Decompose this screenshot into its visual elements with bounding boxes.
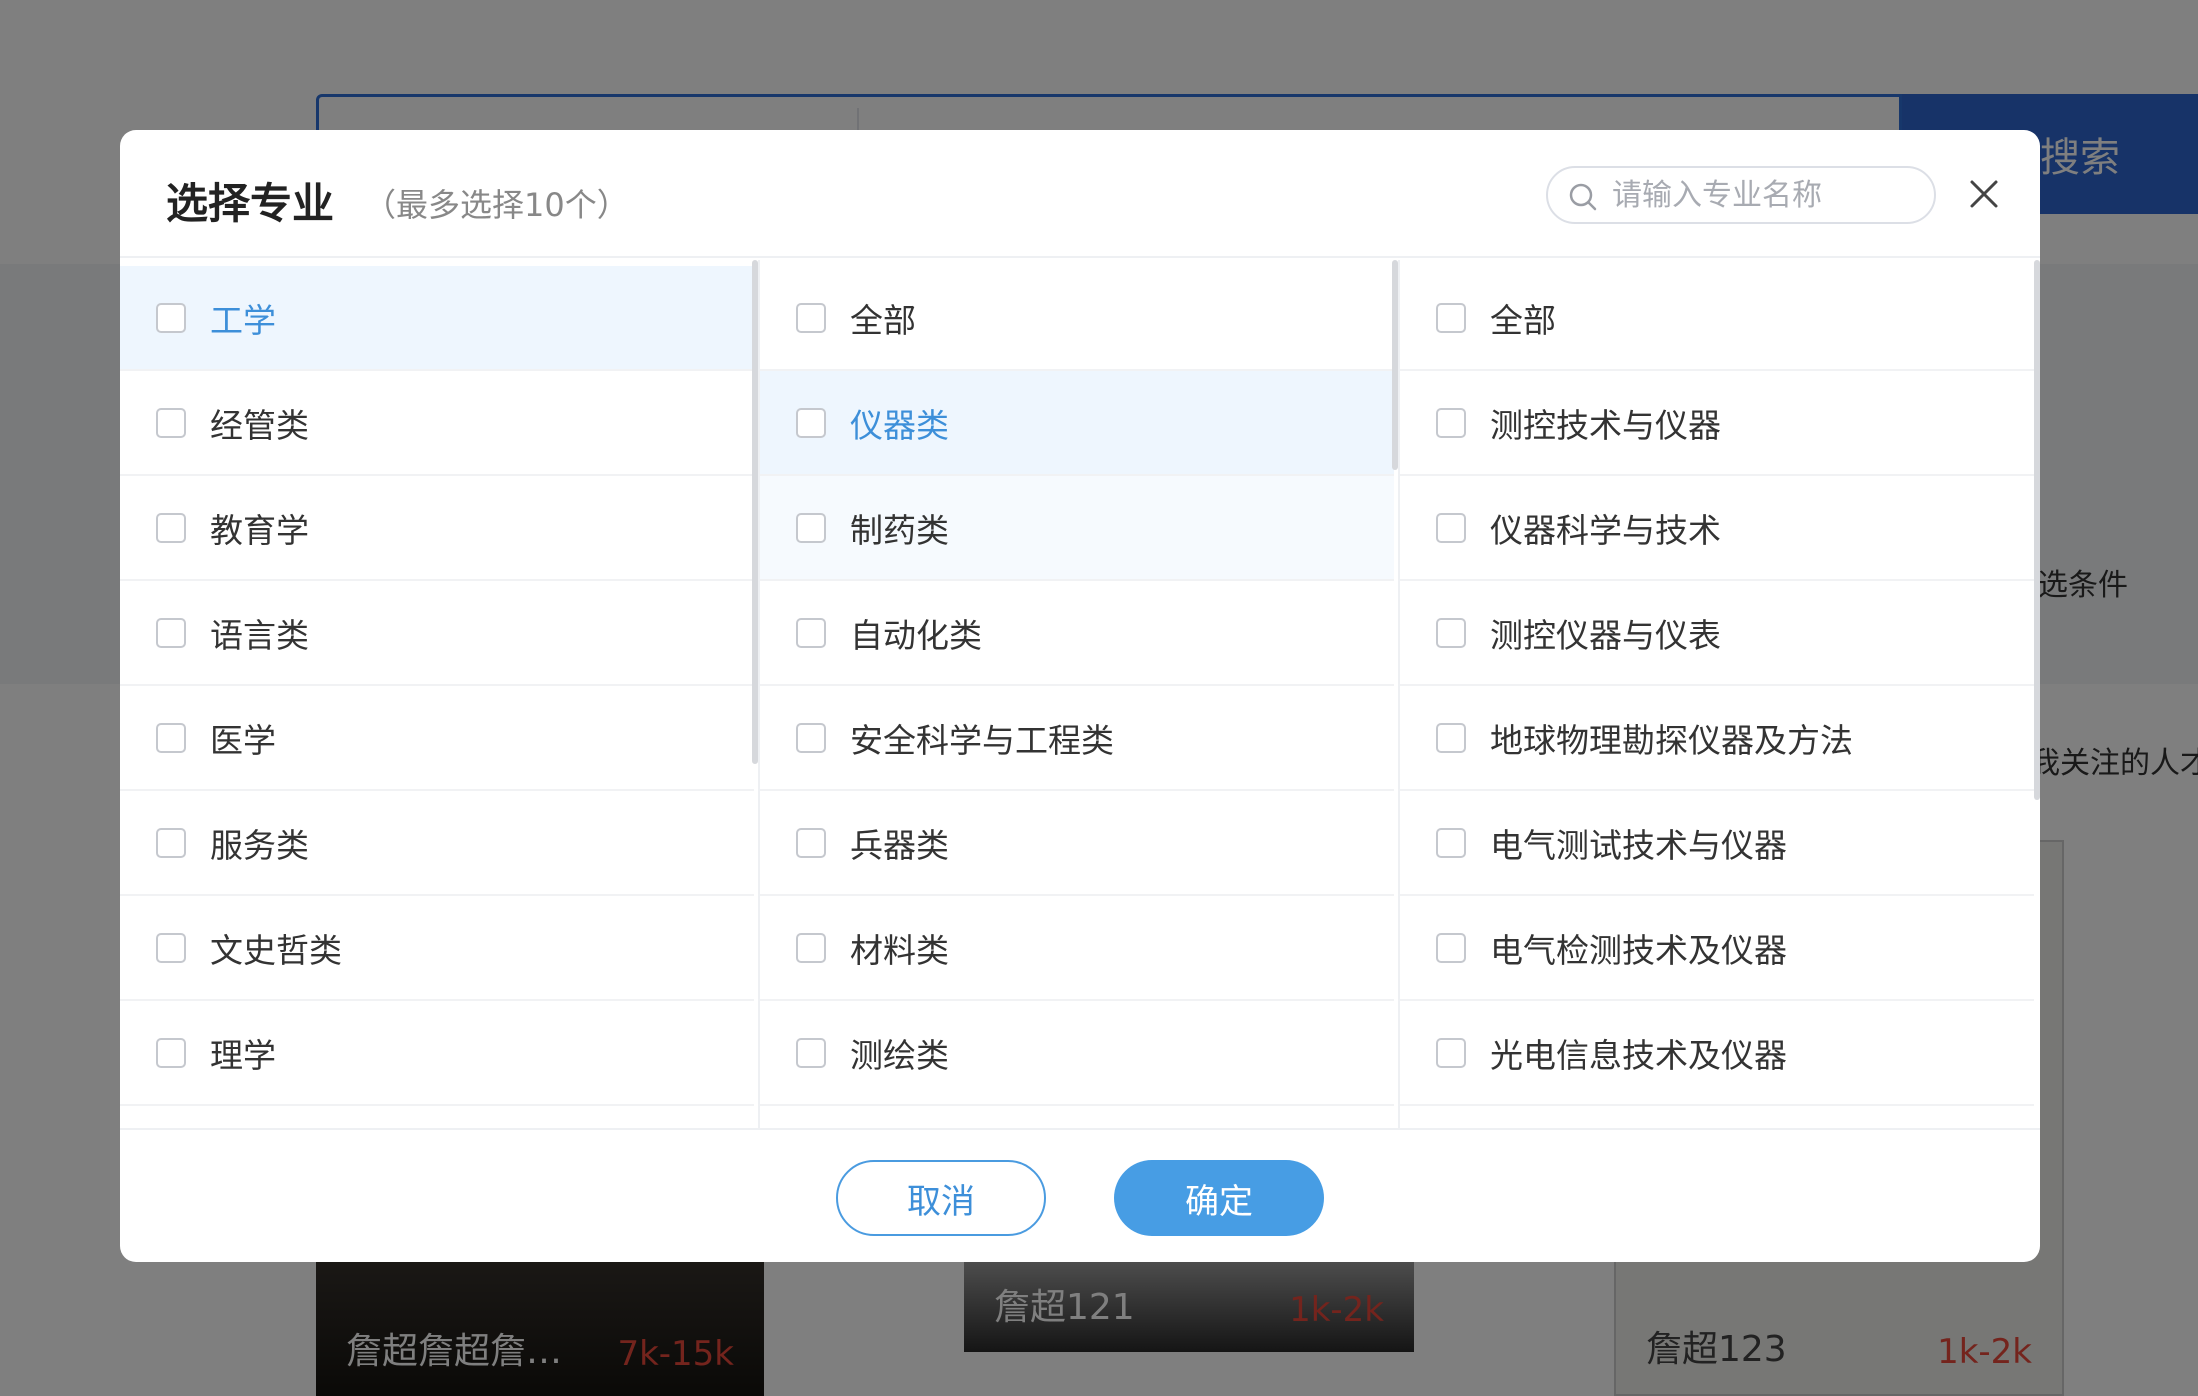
list-item[interactable]: 语言类	[120, 581, 754, 686]
list-item[interactable]: 理学	[120, 1001, 754, 1106]
checkbox[interactable]	[1436, 1037, 1466, 1068]
checkbox[interactable]	[796, 302, 826, 333]
list-item-label: 测控仪器与仪表	[1490, 615, 1721, 655]
scrollbar[interactable]	[752, 260, 758, 764]
checkbox[interactable]	[1436, 512, 1466, 543]
list-item-label: 兵器类	[850, 825, 949, 865]
major-column[interactable]: 光电信息技术及仪器 电气检测技术及仪器 电气测试技术与仪器 地球物理勘探仪器及方法 测控…	[1400, 260, 2040, 1128]
checkbox[interactable]	[1436, 617, 1466, 648]
list-item[interactable]: 文史哲类	[120, 896, 754, 1001]
list-item-label: 全部	[850, 300, 916, 340]
list-item-label: 经管类	[210, 405, 309, 445]
list-item-label: 自动化类	[850, 615, 982, 655]
list-item[interactable]: 地球物理勘探仪器及方法	[1400, 686, 2034, 791]
list-item[interactable]: 医学	[120, 686, 754, 791]
list-item-label: 测绘类	[850, 1035, 949, 1075]
dialog-footer: 取消 确定	[120, 1128, 2040, 1262]
checkbox[interactable]	[796, 827, 826, 858]
list-item[interactable]: 光电信息技术及仪器	[1400, 1001, 2034, 1106]
checkbox[interactable]	[156, 512, 186, 543]
list-item-label: 地球物理勘探仪器及方法	[1490, 720, 1853, 760]
list-item-label: 全部	[1490, 300, 1556, 340]
checkbox[interactable]	[1436, 407, 1466, 438]
subcategory-column[interactable]: 测绘类 材料类 兵器类 安全科学与工程类 自动化类 制药类 仪器类 全部	[760, 260, 1400, 1128]
checkbox[interactable]	[156, 407, 186, 438]
checkbox[interactable]	[796, 512, 826, 543]
search-icon	[1569, 183, 1597, 211]
major-columns: 理学 文史哲类 服务类 医学 语言类 教育学 经管类 工学 测绘类 材料类 兵器类 安全科学与工程类…	[120, 260, 2040, 1128]
checkbox[interactable]	[156, 932, 186, 963]
list-item-label: 文史哲类	[210, 930, 342, 970]
checkbox[interactable]	[796, 722, 826, 753]
cancel-button[interactable]: 取消	[836, 1160, 1046, 1236]
list-item[interactable]: 经管类	[120, 371, 754, 476]
major-select-dialog: 选择专业 （最多选择10个） 理学 文史哲类 服务类 医学 语言类 教育学 经管类 工学 测绘…	[120, 130, 2040, 1262]
list-item[interactable]: 自动化类	[760, 581, 1394, 686]
checkbox[interactable]	[796, 1037, 826, 1068]
list-item-label: 电气检测技术及仪器	[1490, 930, 1787, 970]
checkbox[interactable]	[796, 932, 826, 963]
list-item-label: 理学	[210, 1035, 276, 1075]
checkbox[interactable]	[1436, 722, 1466, 753]
list-item[interactable]: 教育学	[120, 476, 754, 581]
list-item-label: 测控技术与仪器	[1490, 405, 1721, 445]
list-item[interactable]: 电气测试技术与仪器	[1400, 791, 2034, 896]
scrollbar[interactable]	[2034, 260, 2040, 800]
list-item-label: 教育学	[210, 510, 309, 550]
checkbox[interactable]	[156, 617, 186, 648]
list-item-label: 仪器类	[850, 405, 949, 445]
list-item-label: 仪器科学与技术	[1490, 510, 1721, 550]
list-item[interactable]: 仪器类	[760, 371, 1394, 476]
checkbox[interactable]	[156, 722, 186, 753]
dialog-subtitle: （最多选择10个）	[364, 186, 629, 224]
list-item[interactable]: 服务类	[120, 791, 754, 896]
category-column[interactable]: 理学 文史哲类 服务类 医学 语言类 教育学 经管类 工学	[120, 260, 760, 1128]
list-item-label: 制药类	[850, 510, 949, 550]
checkbox[interactable]	[156, 1037, 186, 1068]
checkbox[interactable]	[1436, 932, 1466, 963]
checkbox[interactable]	[1436, 302, 1466, 333]
checkbox[interactable]	[796, 407, 826, 438]
list-item[interactable]: 全部	[1400, 266, 2034, 371]
dialog-header: 选择专业 （最多选择10个）	[120, 130, 2040, 258]
list-item-label: 服务类	[210, 825, 309, 865]
checkbox[interactable]	[1436, 827, 1466, 858]
dialog-title: 选择专业	[166, 179, 335, 228]
list-item[interactable]: 制药类	[760, 476, 1394, 581]
list-item-label: 电气测试技术与仪器	[1490, 825, 1787, 865]
list-item-label: 医学	[210, 720, 276, 760]
list-item[interactable]: 电气检测技术及仪器	[1400, 896, 2034, 1001]
list-item-label: 材料类	[850, 930, 949, 970]
list-item[interactable]: 仪器科学与技术	[1400, 476, 2034, 581]
close-icon[interactable]	[1966, 176, 2002, 212]
list-item[interactable]: 工学	[120, 266, 754, 371]
list-item[interactable]: 安全科学与工程类	[760, 686, 1394, 791]
scrollbar[interactable]	[1392, 260, 1398, 470]
list-item[interactable]: 兵器类	[760, 791, 1394, 896]
major-search-input[interactable]	[1612, 174, 1912, 216]
confirm-button[interactable]: 确定	[1114, 1160, 1324, 1236]
list-item-label: 安全科学与工程类	[850, 720, 1114, 760]
checkbox[interactable]	[156, 827, 186, 858]
list-item-label: 语言类	[210, 615, 309, 655]
checkbox[interactable]	[796, 617, 826, 648]
list-item-label: 工学	[210, 300, 276, 340]
list-item[interactable]: 测控仪器与仪表	[1400, 581, 2034, 686]
list-item-label: 光电信息技术及仪器	[1490, 1035, 1787, 1075]
list-item[interactable]: 材料类	[760, 896, 1394, 1001]
checkbox[interactable]	[156, 302, 186, 333]
major-search-box[interactable]	[1546, 166, 1936, 224]
list-item[interactable]: 测绘类	[760, 1001, 1394, 1106]
list-item[interactable]: 全部	[760, 266, 1394, 371]
list-item[interactable]: 测控技术与仪器	[1400, 371, 2034, 476]
